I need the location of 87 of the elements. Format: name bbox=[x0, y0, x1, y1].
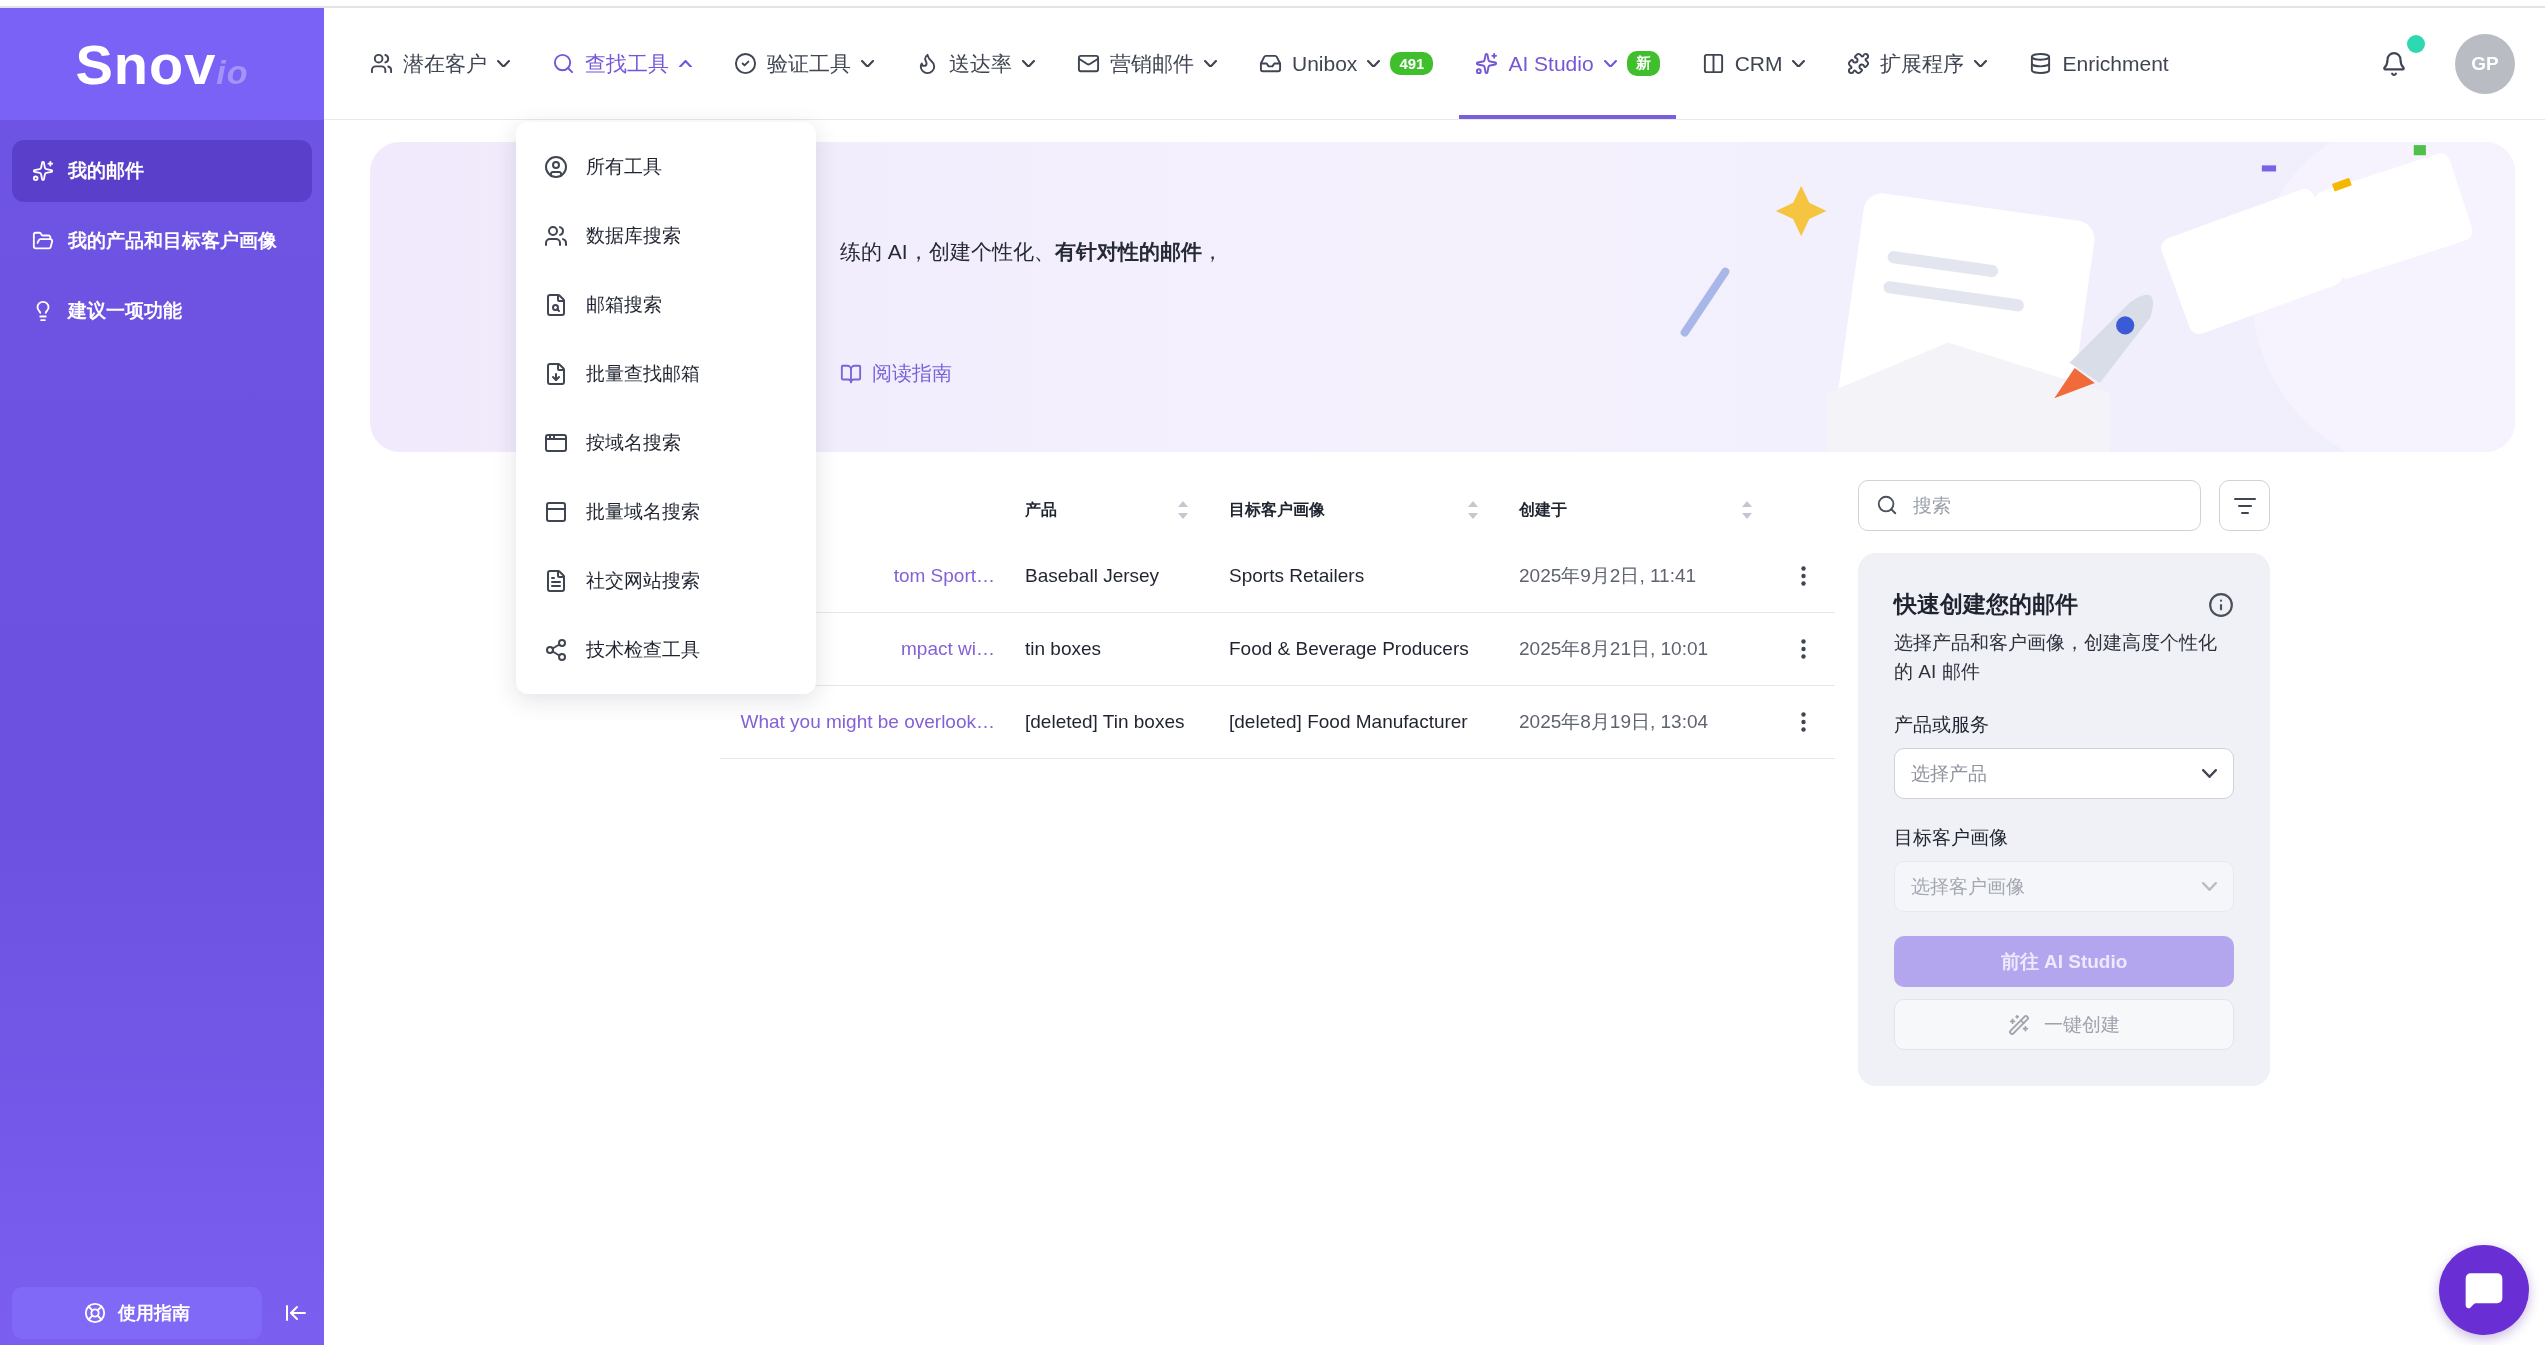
database-icon bbox=[2029, 52, 2053, 75]
filter-button[interactable] bbox=[2219, 480, 2270, 531]
chevron-down-icon bbox=[1204, 59, 1217, 68]
inbox-icon bbox=[1259, 52, 1282, 75]
user-circle-icon bbox=[544, 154, 568, 179]
email-title-link[interactable]: mpact wi… bbox=[901, 638, 995, 660]
chevron-up-icon bbox=[679, 59, 692, 68]
chevron-down-icon bbox=[1022, 59, 1035, 68]
column-header: 产品 bbox=[1025, 499, 1057, 520]
document-icon bbox=[544, 568, 568, 593]
columns-icon bbox=[1701, 52, 1725, 75]
nav-tab[interactable]: 送达率 bbox=[900, 8, 1051, 119]
file-download-icon bbox=[544, 361, 568, 386]
nav-tab[interactable]: CRM bbox=[1685, 8, 1822, 119]
column-header: 目标客户画像 bbox=[1229, 499, 1325, 520]
nav-tab[interactable]: AI Studio 新 bbox=[1459, 8, 1676, 119]
puzzle-icon bbox=[1847, 52, 1871, 75]
table-cell: [deleted] Food Manufacturer bbox=[1229, 711, 1468, 733]
sparkles-icon bbox=[1475, 52, 1499, 75]
nav-tab[interactable]: Enrichment bbox=[2013, 8, 2185, 119]
field-label: 产品或服务 bbox=[1894, 713, 1990, 737]
table-cell: Sports Retailers bbox=[1229, 565, 1365, 587]
sidebar-item[interactable]: 我的邮件 bbox=[12, 140, 312, 202]
guide-link[interactable]: 阅读指南 bbox=[840, 360, 952, 387]
table-cell-text: 2025年9月2日, 11:41 bbox=[1519, 564, 1697, 588]
users-icon bbox=[544, 223, 568, 248]
banner-text: 练的 AI，创建个性化、有针对性的邮件， bbox=[840, 239, 1224, 265]
menu-item[interactable]: 所有工具 bbox=[516, 132, 816, 201]
share-icon bbox=[544, 637, 568, 662]
nav-tab[interactable]: Unibox 491 bbox=[1243, 8, 1450, 119]
search-field[interactable]: 搜索 bbox=[1858, 480, 2201, 531]
table-cell: Food & Beverage Producers bbox=[1229, 638, 1469, 660]
users-icon bbox=[370, 52, 393, 75]
book-icon bbox=[840, 362, 862, 385]
chevron-down-icon bbox=[1603, 59, 1617, 68]
folder-icon bbox=[32, 230, 54, 252]
nav-tab[interactable]: 验证工具 bbox=[718, 8, 890, 119]
file-search-icon bbox=[544, 292, 568, 317]
column-header: 创建于 bbox=[1519, 499, 1567, 520]
table-cell-text: 2025年8月21日, 10:01 bbox=[1519, 637, 1709, 661]
mail-icon bbox=[1077, 52, 1100, 75]
chevron-down-icon bbox=[2202, 882, 2217, 891]
sparkles-icon bbox=[32, 160, 54, 182]
check-circle-icon bbox=[734, 52, 757, 75]
nav-tab[interactable]: 营销邮件 bbox=[1061, 8, 1233, 119]
chevron-down-icon bbox=[2202, 769, 2217, 778]
lifebuoy-icon bbox=[84, 1302, 106, 1324]
chat-bubble-icon bbox=[2464, 1270, 2504, 1310]
more-vertical-icon bbox=[1801, 639, 1806, 659]
menu-item[interactable]: 邮箱搜索 bbox=[516, 270, 816, 339]
chevron-down-icon bbox=[1792, 59, 1806, 68]
search-icon bbox=[552, 52, 575, 75]
info-icon[interactable] bbox=[2208, 591, 2234, 618]
panel-title: 快速创建您的邮件 bbox=[1894, 590, 2078, 619]
sidebar-item[interactable]: 我的产品和目标客户画像 bbox=[12, 210, 312, 272]
chevron-down-icon bbox=[1974, 59, 1988, 68]
menu-item[interactable]: 技术检查工具 bbox=[516, 615, 816, 684]
email-title-link[interactable]: What you might be overlook… bbox=[740, 711, 995, 733]
menu-item[interactable]: 批量查找邮箱 bbox=[516, 339, 816, 408]
magic-wand-icon bbox=[2008, 1013, 2030, 1036]
table-cell: tin boxes bbox=[1025, 638, 1102, 660]
field-label: 目标客户画像 bbox=[1894, 826, 2009, 850]
more-vertical-icon bbox=[1801, 566, 1806, 586]
table-cell: Baseball Jersey bbox=[1025, 565, 1160, 587]
chevron-down-icon bbox=[861, 59, 874, 68]
count-badge: 新 bbox=[1626, 51, 1660, 76]
menu-item[interactable]: 按域名搜索 bbox=[516, 408, 816, 477]
panel-icon bbox=[544, 499, 568, 524]
nav-tab[interactable]: 查找工具 bbox=[536, 8, 708, 119]
table-cell: [deleted] Tin boxes bbox=[1025, 711, 1185, 733]
menu-item[interactable]: 社交网站搜索 bbox=[516, 546, 816, 615]
nav-tab[interactable]: 扩展程序 bbox=[1831, 8, 2004, 119]
bell-icon bbox=[2381, 50, 2407, 77]
search-icon bbox=[1876, 494, 1898, 516]
table-cell-text: 2025年8月19日, 13:04 bbox=[1519, 710, 1709, 734]
menu-item[interactable]: 批量域名搜索 bbox=[516, 477, 816, 546]
nav-tab[interactable]: 潜在客户 bbox=[354, 8, 526, 119]
panel-description: 选择产品和客户画像，创建高度个性化的 AI 邮件 bbox=[1894, 631, 2218, 684]
more-vertical-icon bbox=[1801, 712, 1806, 732]
chevron-down-icon bbox=[497, 59, 510, 68]
count-badge: 491 bbox=[1390, 52, 1434, 75]
sidebar-item[interactable]: 建议一项功能 bbox=[12, 280, 312, 342]
menu-item[interactable]: 数据库搜索 bbox=[516, 201, 816, 270]
guide-button[interactable]: 使用指南 bbox=[12, 1287, 262, 1339]
chevron-down-icon bbox=[1367, 59, 1381, 68]
chat-button[interactable] bbox=[2439, 1245, 2529, 1335]
email-title-link[interactable]: tom Sport… bbox=[893, 565, 995, 587]
